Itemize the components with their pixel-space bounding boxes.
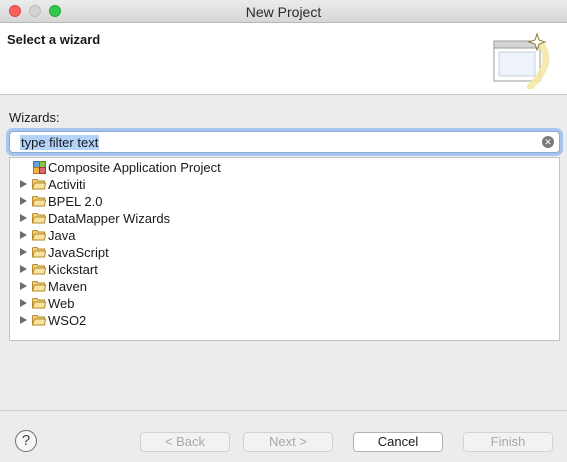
help-button[interactable]: ?	[15, 430, 37, 452]
tree-item-composite-application-project[interactable]: Composite Application Project	[10, 159, 559, 176]
clear-filter-icon[interactable]: ✕	[542, 136, 554, 148]
expand-arrow-icon[interactable]	[20, 316, 27, 324]
expand-arrow-icon[interactable]	[20, 197, 27, 205]
tree-item-label: BPEL 2.0	[48, 194, 103, 209]
tree-item-label: DataMapper Wizards	[48, 211, 171, 226]
folder-icon	[32, 281, 46, 292]
folder-icon	[32, 247, 46, 258]
tree-item-maven[interactable]: Maven	[10, 278, 559, 295]
wizards-label: Wizards:	[9, 110, 60, 125]
tree-item-bpel[interactable]: BPEL 2.0	[10, 193, 559, 210]
tree-item-datamapper-wizards[interactable]: DataMapper Wizards	[10, 210, 559, 227]
tree-item-label: Maven	[48, 279, 88, 294]
tree-item-activiti[interactable]: Activiti	[10, 176, 559, 193]
expand-arrow-icon[interactable]	[20, 299, 27, 307]
tree-item-label: Web	[48, 296, 75, 311]
tree-item-label: Activiti	[48, 177, 86, 192]
title-bar: New Project	[0, 0, 567, 23]
expand-arrow-icon[interactable]	[20, 214, 27, 222]
expand-arrow-icon[interactable]	[20, 265, 27, 273]
filter-input[interactable]: type filter text ✕	[9, 131, 560, 153]
filter-input-text: type filter text	[20, 135, 100, 150]
tree-item-web[interactable]: Web	[10, 295, 559, 312]
next-button[interactable]: Next >	[243, 432, 333, 452]
tree-item-label: Java	[48, 228, 76, 243]
tree-item-javascript[interactable]: JavaScript	[10, 244, 559, 261]
folder-icon	[32, 179, 46, 190]
folder-icon	[32, 230, 46, 241]
wizard-tree[interactable]: Composite Application Project Activiti B…	[9, 157, 560, 341]
expand-arrow-icon[interactable]	[20, 248, 27, 256]
tree-item-java[interactable]: Java	[10, 227, 559, 244]
wizard-header: Select a wizard	[0, 23, 567, 95]
tree-item-label: Kickstart	[48, 262, 98, 277]
tree-item-label: JavaScript	[48, 245, 109, 260]
expand-arrow-icon[interactable]	[20, 180, 27, 188]
tree-item-label: Composite Application Project	[48, 160, 221, 175]
folder-icon	[32, 213, 46, 224]
folder-icon	[32, 315, 46, 326]
folder-icon	[32, 298, 46, 309]
finish-button[interactable]: Finish	[463, 432, 553, 452]
footer-divider	[0, 410, 567, 411]
new-project-wizard-icon	[493, 32, 550, 89]
folder-icon	[32, 196, 46, 207]
folder-icon	[32, 264, 46, 275]
page-title: Select a wizard	[7, 32, 101, 47]
cancel-button[interactable]: Cancel	[353, 432, 443, 452]
composite-project-icon	[33, 161, 46, 174]
tree-item-label: WSO2	[48, 313, 87, 328]
tree-item-wso2[interactable]: WSO2	[10, 312, 559, 329]
expand-arrow-icon[interactable]	[20, 282, 27, 290]
window-title: New Project	[245, 4, 322, 20]
expand-arrow-icon[interactable]	[20, 231, 27, 239]
tree-item-kickstart[interactable]: Kickstart	[10, 261, 559, 278]
back-button[interactable]: < Back	[140, 432, 230, 452]
